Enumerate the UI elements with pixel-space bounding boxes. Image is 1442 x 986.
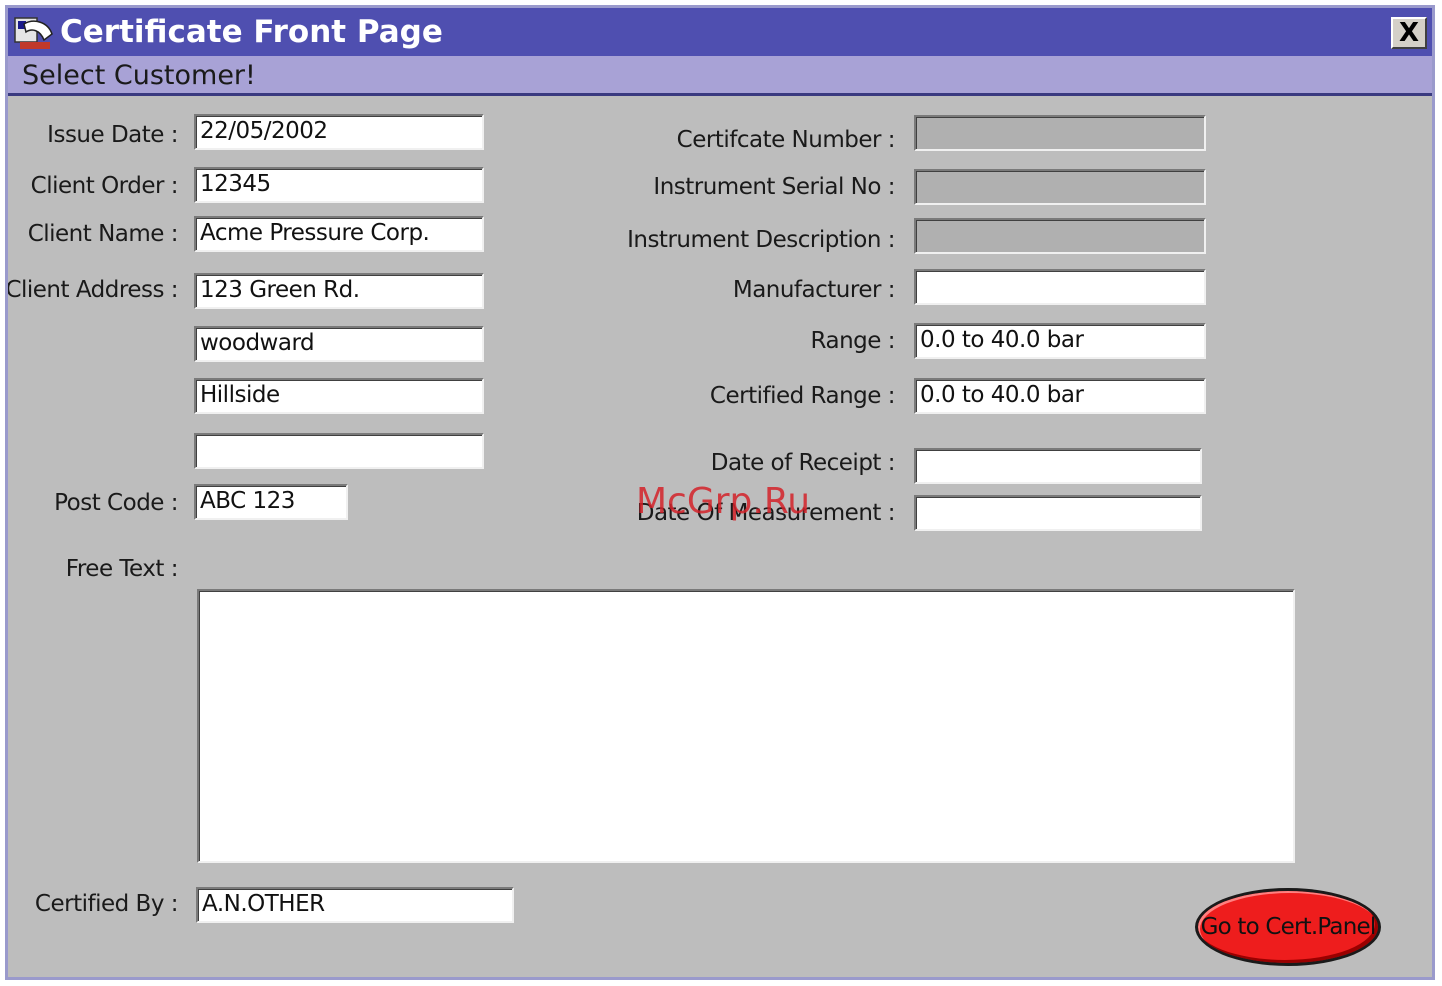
watermark-text: McGrp.Ru: [636, 481, 811, 522]
client-order-label: Client Order :: [30, 173, 179, 199]
client-address-label: Client Address :: [5, 277, 178, 303]
go-to-cert-panel-button[interactable]: Go to Cert.Panel: [1195, 888, 1381, 966]
range-field[interactable]: 0.0 to 40.0 bar: [914, 323, 1206, 359]
range-label: Range :: [810, 328, 896, 354]
instruction-text: Select Customer!: [22, 60, 256, 91]
certified-by-field[interactable]: A.N.OTHER: [196, 887, 514, 923]
certificate-number-field: [914, 115, 1206, 151]
instrument-serial-field: [914, 169, 1206, 205]
client-name-field[interactable]: Acme Pressure Corp.: [194, 216, 484, 252]
client-address-line-3-field[interactable]: Hillside: [194, 378, 484, 414]
certified-range-label: Certified Range :: [709, 383, 896, 409]
date-of-receipt-label: Date of Receipt :: [710, 450, 896, 476]
instrument-description-field: [914, 218, 1206, 254]
post-code-field[interactable]: ABC 123: [194, 484, 348, 520]
client-address-line-1-field[interactable]: 123 Green Rd.: [194, 273, 484, 309]
client-order-field[interactable]: 12345: [194, 167, 484, 203]
certified-range-field[interactable]: 0.0 to 40.0 bar: [914, 378, 1206, 414]
manufacturer-label: Manufacturer :: [732, 277, 896, 303]
window-title: Certificate Front Page: [60, 14, 443, 50]
client-name-label: Client Name :: [27, 221, 179, 247]
instrument-serial-label: Instrument Serial No :: [653, 174, 895, 200]
app-icon: [14, 17, 53, 49]
issue-date-label: Issue Date :: [47, 122, 178, 148]
close-button[interactable]: X: [1391, 17, 1427, 49]
client-address-line-4-field[interactable]: [194, 433, 484, 469]
certificate-number-label: Certifcate Number :: [676, 127, 896, 153]
instrument-description-label: Instrument Description :: [627, 227, 895, 253]
client-address-line-2-field[interactable]: woodward: [194, 326, 484, 362]
instruction-bar: Select Customer!: [8, 56, 1432, 96]
certificate-window: Certificate Front Page X Select Customer…: [5, 5, 1435, 980]
issue-date-field[interactable]: 22/05/2002: [194, 114, 484, 150]
free-text-label: Free Text :: [65, 556, 179, 582]
manufacturer-field[interactable]: [914, 269, 1206, 305]
free-text-area[interactable]: [197, 589, 1295, 863]
date-of-measurement-field[interactable]: [914, 495, 1202, 531]
post-code-label: Post Code :: [54, 490, 178, 516]
certified-by-label: Certified By :: [34, 891, 179, 917]
title-bar[interactable]: Certificate Front Page X: [8, 8, 1432, 56]
date-of-receipt-field[interactable]: [914, 448, 1202, 484]
